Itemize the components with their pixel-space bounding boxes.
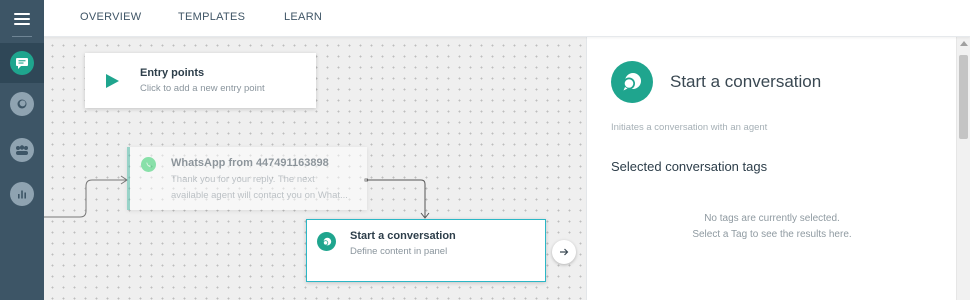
whatsapp-node-title: WhatsApp from 447491163898 xyxy=(171,157,329,169)
next-step-button[interactable] xyxy=(552,240,576,264)
panel-scrollbar[interactable] xyxy=(956,37,970,300)
whatsapp-node-line1: Thank you for your reply. The next xyxy=(171,174,315,185)
conversation-icon xyxy=(317,232,336,251)
menu-icon xyxy=(14,12,30,25)
entry-points-title: Entry points xyxy=(140,67,205,79)
flow-canvas[interactable]: Entry points Click to add a new entry po… xyxy=(44,37,586,300)
sidebar-item-people[interactable] xyxy=(0,130,44,170)
menu-button[interactable] xyxy=(0,0,44,37)
people-icon xyxy=(10,138,34,162)
sidebar-item-analytics[interactable] xyxy=(0,174,44,214)
whatsapp-node-line2: available agent will contact you on What… xyxy=(171,190,348,201)
start-conversation-node[interactable]: Start a conversation Define content in p… xyxy=(306,219,546,282)
left-rail xyxy=(0,0,44,300)
rail-divider xyxy=(12,36,32,37)
flows-chat-icon xyxy=(10,51,34,75)
entry-points-subtitle: Click to add a new entry point xyxy=(140,83,265,94)
conversation-tags-heading: Selected conversation tags xyxy=(611,159,768,174)
conversations-icon xyxy=(10,92,34,116)
properties-panel: Start a conversation Initiates a convers… xyxy=(586,37,956,300)
panel-title: Start a conversation xyxy=(670,72,822,91)
whatsapp-node[interactable]: WhatsApp from 447491163898 Thank you for… xyxy=(127,147,367,210)
sidebar-item-flows[interactable] xyxy=(0,43,44,83)
scroll-up-icon[interactable] xyxy=(960,41,968,46)
tab-learn[interactable]: LEARN xyxy=(284,11,322,23)
empty-tags-message: No tags are currently selected. xyxy=(704,213,840,224)
panel-conversation-icon xyxy=(611,61,653,103)
panel-description: Initiates a conversation with an agent xyxy=(611,122,768,133)
start-conversation-title: Start a conversation xyxy=(350,230,456,242)
empty-tags-hint: Select a Tag to see the results here. xyxy=(692,229,852,240)
scrollbar-thumb[interactable] xyxy=(959,55,968,139)
tab-overview[interactable]: OVERVIEW xyxy=(80,11,142,23)
tab-templates[interactable]: TEMPLATES xyxy=(178,11,245,23)
entry-points-node[interactable]: Entry points Click to add a new entry po… xyxy=(85,53,316,108)
play-icon xyxy=(106,74,119,88)
top-navigation: OVERVIEW TEMPLATES LEARN xyxy=(44,0,970,37)
sidebar-item-conversations[interactable] xyxy=(0,84,44,124)
start-conversation-subtitle: Define content in panel xyxy=(350,246,448,257)
analytics-icon xyxy=(10,182,34,206)
arrow-right-icon xyxy=(560,248,569,256)
whatsapp-icon xyxy=(141,157,156,172)
